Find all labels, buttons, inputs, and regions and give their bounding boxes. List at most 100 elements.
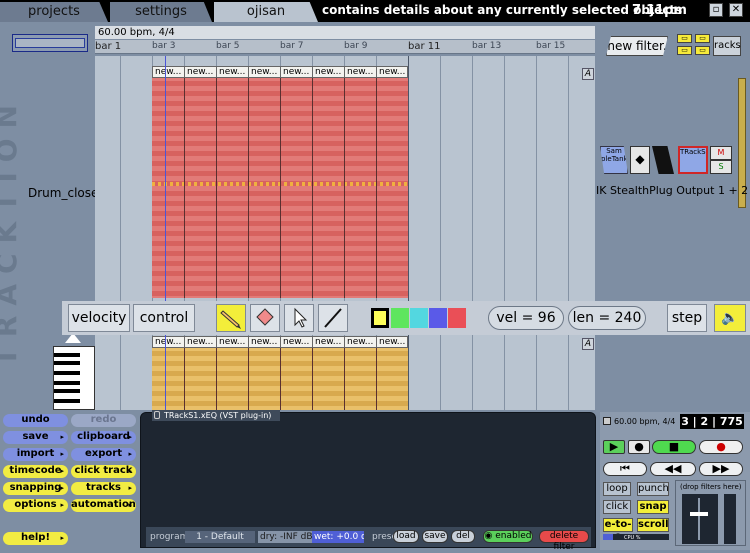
lock-icon[interactable] (603, 417, 611, 425)
color-swatch[interactable] (448, 308, 466, 328)
automation-menu-button[interactable]: automation ▸ (71, 499, 136, 512)
volume-fader[interactable] (682, 494, 718, 544)
tempo-info[interactable]: 60.00 bpm, 4/4 (95, 26, 595, 39)
clip-header[interactable]: new... (216, 66, 249, 78)
clip-header[interactable]: new... (184, 336, 217, 348)
record-button[interactable]: ● (699, 440, 743, 454)
delete-filter-button[interactable]: delete filter (539, 530, 589, 552)
step-button[interactable]: step (667, 304, 707, 332)
clip-header[interactable]: new... (312, 66, 345, 78)
save-preset-button[interactable]: save (422, 530, 448, 543)
fast-forward-button[interactable]: ▶▶ (699, 462, 743, 476)
clip-header[interactable]: new... (152, 66, 185, 78)
fader-handle[interactable] (690, 512, 708, 516)
rewind-button[interactable]: ◀◀ (650, 462, 696, 476)
clip-header[interactable]: new... (248, 66, 281, 78)
rack-view-button[interactable]: ▭ (695, 34, 710, 43)
save-button[interactable]: save ▸ (3, 431, 68, 444)
control-tab[interactable]: control (133, 304, 195, 332)
timecode-button[interactable]: timecode ▸ (3, 465, 68, 478)
enabled-toggle[interactable]: ◉ enabled (483, 530, 533, 543)
clipboard-button[interactable]: clipboard ▸ (71, 431, 136, 444)
color-swatch[interactable] (429, 308, 447, 328)
wet-level[interactable]: wet: +0.0 d (312, 531, 364, 543)
options-button[interactable]: options ▸ (3, 499, 68, 512)
punch-button[interactable]: punch (637, 482, 669, 496)
clip-header[interactable]: new... (184, 66, 217, 78)
automation-button[interactable]: A (582, 68, 594, 80)
rack-view-button[interactable]: ▭ (677, 34, 692, 43)
position-display[interactable]: 3 | 2 | 775 (680, 414, 744, 429)
piano-keyboard[interactable] (53, 346, 95, 410)
color-swatch[interactable] (410, 308, 428, 328)
clip-header[interactable]: new... (344, 66, 377, 78)
speaker-icon[interactable]: 🔈 (714, 304, 746, 332)
lock-icon[interactable] (154, 411, 160, 419)
import-button[interactable]: import ▸ (3, 448, 68, 461)
plugin-volume-icon[interactable] (652, 146, 674, 174)
clip-header[interactable]: new... (280, 66, 313, 78)
color-swatch[interactable] (371, 308, 389, 328)
clip-header[interactable]: new... (216, 336, 249, 348)
track-area[interactable]: new... new... new... new... new... new..… (95, 56, 595, 410)
snapping-button[interactable]: snapping ▸ (3, 482, 68, 495)
clip-header[interactable]: new... (280, 336, 313, 348)
export-button[interactable]: export ▸ (71, 448, 136, 461)
minimize-icon[interactable]: ▫ (709, 3, 723, 17)
auto-arm-button[interactable]: ▶ (603, 440, 625, 454)
enabled-dot-icon: ◉ (484, 531, 496, 541)
redo-button[interactable]: redo (71, 414, 136, 427)
clip-header[interactable]: new... (376, 336, 408, 348)
automation-button[interactable]: A (582, 338, 594, 350)
velocity-readout[interactable]: vel = 96 (488, 306, 564, 330)
plugin-selected[interactable]: TRackS1.xEQ (678, 146, 708, 174)
click-track-button[interactable]: click track ▸ (71, 465, 136, 478)
tracks-button[interactable]: tracks ▸ (71, 482, 136, 495)
plugin-panel-title[interactable]: TRackS1.xEQ (VST plug-in) (152, 410, 280, 421)
track-name[interactable]: Drum_close_rim (28, 186, 124, 201)
tab-settings[interactable]: settings (110, 2, 212, 22)
clip-header[interactable]: new... (312, 336, 345, 348)
clip-header[interactable]: new... (152, 336, 185, 348)
click-button[interactable]: click (603, 500, 631, 514)
output-label[interactable]: IK StealthPlug Output 1 + 2 (596, 184, 748, 197)
playhead[interactable] (165, 56, 166, 410)
rewind-to-start-button[interactable]: ⏮ (603, 462, 647, 476)
play-button[interactable]: ■ (652, 440, 696, 454)
pointer-tool-icon[interactable] (284, 304, 314, 332)
snap-button[interactable]: snap (637, 500, 669, 514)
rack-view-button[interactable]: ▭ (677, 46, 692, 55)
clip-header[interactable]: new... (376, 66, 408, 78)
dry-level[interactable]: dry: -INF dB (258, 531, 315, 543)
plugin-sampler[interactable]: Sam pleTank2.x (600, 146, 628, 174)
program-selector[interactable]: 1 - Default (185, 531, 255, 543)
length-readout[interactable]: len = 240 (568, 306, 646, 330)
load-preset-button[interactable]: load (393, 530, 419, 543)
clip-header[interactable]: new... (248, 336, 281, 348)
e-to-e-button[interactable]: e-to-e (603, 518, 633, 542)
eraser-tool-icon[interactable] (250, 304, 280, 332)
record-arm-button[interactable]: ● (628, 440, 650, 454)
mute-button[interactable]: M (710, 146, 732, 160)
rack-view-button[interactable]: ▭ (695, 46, 710, 55)
solo-button[interactable]: S (710, 160, 732, 174)
delete-preset-button[interactable]: del (451, 530, 475, 543)
clip-divider (216, 348, 217, 410)
clip-header[interactable]: new... (344, 336, 377, 348)
pencil-tool-icon[interactable] (216, 304, 246, 332)
scroll-button[interactable]: scroll (637, 518, 669, 532)
undo-button[interactable]: undo (3, 414, 68, 427)
close-icon[interactable]: ✕ (729, 3, 743, 17)
overview-thumb[interactable] (15, 38, 85, 48)
tab-ojisan[interactable]: ojisan (214, 2, 318, 22)
line-tool-icon[interactable] (318, 304, 348, 332)
loop-button[interactable]: loop (603, 482, 631, 496)
tab-projects[interactable]: projects (0, 2, 108, 22)
help-button[interactable]: help! ▸ (3, 532, 68, 545)
racks-button[interactable]: racks (713, 36, 741, 56)
plugin-arrow-icon[interactable]: ◆ (630, 146, 650, 174)
new-filter-button[interactable]: new filter. (606, 36, 668, 56)
velocity-tab[interactable]: velocity (68, 304, 130, 332)
color-swatch[interactable] (391, 308, 409, 328)
timeline-ruler[interactable]: bar 1 bar 3 bar 5 bar 7 bar 9 bar 11 bar… (95, 40, 595, 54)
